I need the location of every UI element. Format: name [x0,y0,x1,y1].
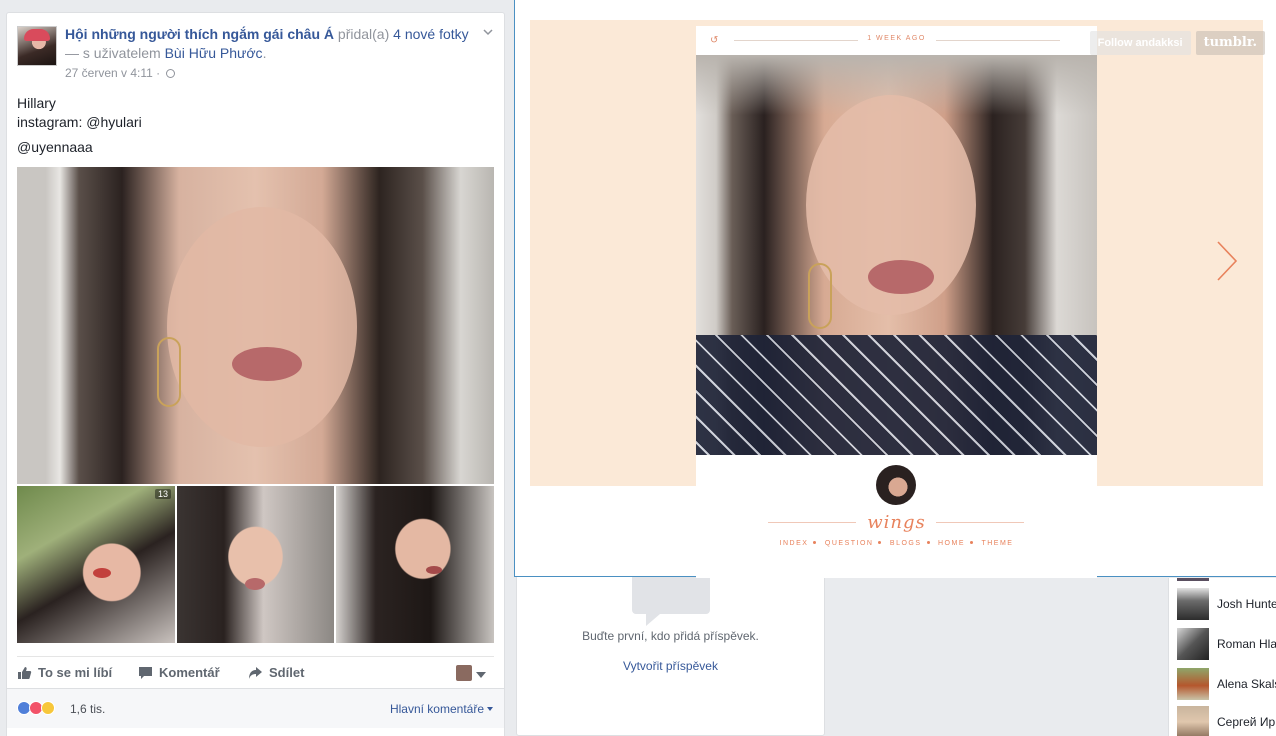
period: . [262,45,267,61]
group-name-link[interactable]: Hội những người thích ngắm gái châu Á [65,26,334,42]
post-as-avatar[interactable] [456,665,472,681]
nav-index[interactable]: INDEX [780,540,809,547]
contact-item[interactable]: Сергей Ир [1177,706,1276,736]
nav-home[interactable]: HOME [938,540,965,547]
tumblr-logo-button[interactable]: tumblr. [1195,31,1265,55]
comment-label: Komentář [159,665,220,680]
avatar [1177,628,1209,660]
thumbnail-photo[interactable] [336,486,494,643]
tagged-user-link[interactable]: Bùi Hữu Phước [165,45,263,61]
tumblr-controls: Follow andakksi tumblr. [1089,31,1265,55]
tumblr-photo[interactable] [696,55,1097,455]
empty-state-text: Buďte první, kdo přidá příspěvek. [582,629,759,643]
contact-name: Josh Hunte [1217,597,1276,611]
reaction-count[interactable]: 1,6 tis. [70,702,105,716]
like-button[interactable]: To se mi líbí [17,665,112,680]
globe-icon [165,69,175,78]
blog-nav: INDEX QUESTION BLOGS HOME THEME [696,540,1097,547]
group-avatar[interactable] [17,26,57,66]
contact-name: Сергей Ир [1217,715,1276,729]
contact-item[interactable]: Roman Hla [1177,628,1276,660]
haha-reaction-icon[interactable] [41,701,55,715]
contact-name: Roman Hla [1217,637,1276,651]
post-header: Hội những người thích ngắm gái châu Á př… [65,25,475,63]
contact-avatar-partial [1177,578,1209,581]
post-meta-bar: ↺ 1 WEEK AGO [696,26,1097,55]
feed-post: Hội những người thích ngắm gái châu Á př… [6,12,505,736]
with-text: — s uživatelem [65,45,165,61]
comment-icon [139,666,152,679]
blog-title[interactable]: wings [696,512,1097,533]
nav-blogs[interactable]: BLOGS [890,540,922,547]
blog-avatar[interactable] [876,465,916,505]
photos-link[interactable]: 4 nové fotky [393,26,469,42]
main-photo[interactable] [17,167,494,484]
avatar [1177,706,1209,736]
tumblr-post-card: ↺ 1 WEEK AGO wings INDEX QUESTION BLOGS … [696,26,1097,578]
like-label: To se mi líbí [38,665,113,680]
reactions-bar: 1,6 tis. Hlavní komentáře [7,688,504,728]
share-label: Sdílet [269,665,305,680]
follow-button[interactable]: Follow andakksi [1089,31,1191,55]
share-button[interactable]: Sdílet [248,665,304,680]
comment-sort-dropdown[interactable]: Hlavní komentáře [390,702,493,716]
caret-down-icon[interactable] [476,672,486,678]
avatar [1177,588,1209,620]
chevron-right-icon[interactable] [1215,239,1239,283]
post-text-line: @uyennaaa [17,139,93,155]
timestamp-text: 27 červen v 4:11 · [65,66,164,80]
thumbnail-photo[interactable] [177,486,334,643]
tumblr-popup: ↺ 1 WEEK AGO wings INDEX QUESTION BLOGS … [514,0,1276,578]
chevron-down-icon[interactable] [483,27,493,37]
post-text-line: Hillary [17,95,56,111]
contact-name: Alena Skals [1217,677,1276,691]
contact-item[interactable]: Josh Hunte [1177,588,1276,620]
avatar [1177,668,1209,700]
share-icon [249,666,262,679]
photo-count-badge: 13 [154,489,171,499]
thumbs-up-icon [18,666,32,679]
post-actions-bar: To se mi líbí Komentář Sdílet [17,656,494,688]
added-text: přidal(a) [334,26,394,42]
post-text-line: instagram: @hyulari [17,114,142,130]
thumbnail-photo[interactable]: 13 [17,486,175,643]
contacts-sidebar: Josh Hunte Roman Hla Alena Skals Сергей … [1168,578,1276,736]
post-timestamp[interactable]: 27 červen v 4:11 · [65,66,175,80]
contact-item[interactable]: Alena Skals [1177,668,1276,700]
nav-theme[interactable]: THEME [981,540,1013,547]
create-post-link[interactable]: Vytvořit příspěvek [516,659,825,673]
nav-question[interactable]: QUESTION [825,540,874,547]
comment-button[interactable]: Komentář [138,665,220,680]
